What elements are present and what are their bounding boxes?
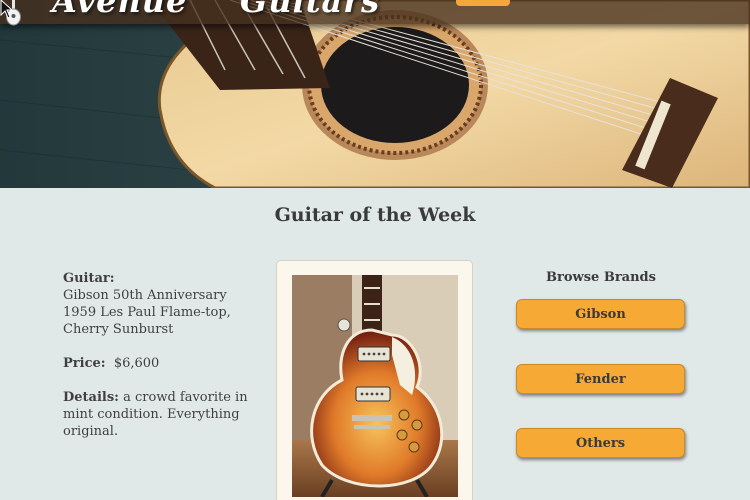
guitar-info: Guitar: Gibson 50th Anniversary 1959 Les… [63, 270, 263, 338]
section-title: Guitar of the Week [274, 204, 476, 226]
browse-brands-title: Browse Brands [546, 270, 656, 285]
logo-text-first[interactable]: Avenue [52, 0, 187, 20]
hero-guitar-image [0, 0, 750, 188]
hero-banner: Avenue Guitars [0, 0, 750, 188]
price-info: Price: $6,600 [63, 355, 263, 372]
guitar-label: Guitar: [63, 271, 115, 286]
featured-photo-card [276, 260, 473, 500]
guitar-details: Guitar: Gibson 50th Anniversary 1959 Les… [63, 270, 263, 457]
mouse-cursor-icon [0, 0, 14, 19]
brand-button-gibson[interactable]: Gibson [516, 299, 685, 329]
details-label: Details: [63, 390, 119, 405]
details-info: Details: a crowd favorite in mint condit… [63, 389, 263, 440]
price-label: Price: [63, 356, 106, 371]
featured-guitar-photo[interactable] [292, 275, 458, 497]
price-value: $6,600 [113, 356, 160, 371]
brand-button-fender[interactable]: Fender [516, 364, 685, 394]
brand-button-others[interactable]: Others [516, 428, 685, 458]
nav-button[interactable] [456, 0, 510, 6]
logo-text-second[interactable]: Guitars [240, 0, 380, 20]
guitar-value: Gibson 50th Anniversary 1959 Les Paul Fl… [63, 288, 231, 337]
